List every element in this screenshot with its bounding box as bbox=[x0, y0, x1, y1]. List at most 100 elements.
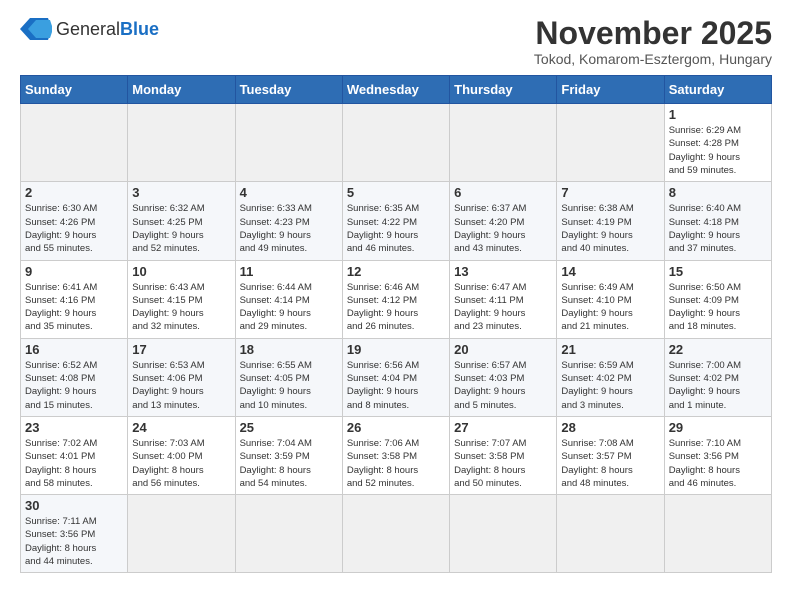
day-info: Sunrise: 7:00 AM Sunset: 4:02 PM Dayligh… bbox=[669, 359, 767, 412]
weekday-header: Saturday bbox=[664, 76, 771, 104]
calendar-cell: 16 Sunrise: 6:52 AM Sunset: 4:08 PM Dayli… bbox=[21, 338, 128, 416]
calendar-cell bbox=[21, 104, 128, 182]
logo-general: General bbox=[56, 19, 120, 39]
calendar-cell: 4 Sunrise: 6:33 AM Sunset: 4:23 PM Daylig… bbox=[235, 182, 342, 260]
day-info: Sunrise: 6:46 AM Sunset: 4:12 PM Dayligh… bbox=[347, 281, 445, 334]
day-info: Sunrise: 6:50 AM Sunset: 4:09 PM Dayligh… bbox=[669, 281, 767, 334]
day-number: 11 bbox=[240, 264, 338, 279]
day-number: 5 bbox=[347, 185, 445, 200]
day-info: Sunrise: 6:56 AM Sunset: 4:04 PM Dayligh… bbox=[347, 359, 445, 412]
calendar-cell: 30Sunrise: 7:11 AM Sunset: 3:56 PM Dayli… bbox=[21, 495, 128, 573]
calendar-cell bbox=[450, 495, 557, 573]
calendar-cell bbox=[557, 495, 664, 573]
day-info: Sunrise: 6:33 AM Sunset: 4:23 PM Dayligh… bbox=[240, 202, 338, 255]
calendar-week-row: 23 Sunrise: 7:02 AM Sunset: 4:01 PM Dayli… bbox=[21, 416, 772, 494]
logo-blue: Blue bbox=[120, 19, 159, 39]
day-number: 16 bbox=[25, 342, 123, 357]
weekday-header: Monday bbox=[128, 76, 235, 104]
location-title: Tokod, Komarom-Esztergom, Hungary bbox=[534, 51, 772, 67]
day-info: Sunrise: 6:55 AM Sunset: 4:05 PM Dayligh… bbox=[240, 359, 338, 412]
day-number: 22 bbox=[669, 342, 767, 357]
day-number: 4 bbox=[240, 185, 338, 200]
header: GeneralBlue November 2025 Tokod, Komarom… bbox=[20, 16, 772, 67]
calendar-cell: 3Sunrise: 6:32 AM Sunset: 4:25 PM Daylig… bbox=[128, 182, 235, 260]
calendar-cell bbox=[664, 495, 771, 573]
day-number: 23 bbox=[25, 420, 123, 435]
calendar-cell: 14 Sunrise: 6:49 AM Sunset: 4:10 PM Dayli… bbox=[557, 260, 664, 338]
day-info: Sunrise: 7:11 AM Sunset: 3:56 PM Dayligh… bbox=[25, 515, 123, 568]
calendar-cell bbox=[128, 104, 235, 182]
calendar-cell: 12 Sunrise: 6:46 AM Sunset: 4:12 PM Dayli… bbox=[342, 260, 449, 338]
day-info: Sunrise: 7:07 AM Sunset: 3:58 PM Dayligh… bbox=[454, 437, 552, 490]
calendar-cell: 29Sunrise: 7:10 AM Sunset: 3:56 PM Dayli… bbox=[664, 416, 771, 494]
page: GeneralBlue November 2025 Tokod, Komarom… bbox=[0, 0, 792, 583]
logo: GeneralBlue bbox=[20, 16, 159, 42]
calendar-week-row: 30Sunrise: 7:11 AM Sunset: 3:56 PM Dayli… bbox=[21, 495, 772, 573]
calendar-cell: 11 Sunrise: 6:44 AM Sunset: 4:14 PM Dayli… bbox=[235, 260, 342, 338]
calendar-cell: 13 Sunrise: 6:47 AM Sunset: 4:11 PM Dayli… bbox=[450, 260, 557, 338]
day-number: 18 bbox=[240, 342, 338, 357]
day-info: Sunrise: 6:35 AM Sunset: 4:22 PM Dayligh… bbox=[347, 202, 445, 255]
calendar-cell: 23 Sunrise: 7:02 AM Sunset: 4:01 PM Dayli… bbox=[21, 416, 128, 494]
calendar-cell: 2 Sunrise: 6:30 AM Sunset: 4:26 PM Daylig… bbox=[21, 182, 128, 260]
calendar-cell: 17Sunrise: 6:53 AM Sunset: 4:06 PM Dayli… bbox=[128, 338, 235, 416]
day-number: 9 bbox=[25, 264, 123, 279]
day-number: 10 bbox=[132, 264, 230, 279]
day-number: 1 bbox=[669, 107, 767, 122]
weekday-header: Thursday bbox=[450, 76, 557, 104]
calendar-cell: 7Sunrise: 6:38 AM Sunset: 4:19 PM Daylig… bbox=[557, 182, 664, 260]
calendar-cell: 28 Sunrise: 7:08 AM Sunset: 3:57 PM Dayli… bbox=[557, 416, 664, 494]
calendar-cell bbox=[235, 495, 342, 573]
day-info: Sunrise: 7:10 AM Sunset: 3:56 PM Dayligh… bbox=[669, 437, 767, 490]
calendar-cell: 18 Sunrise: 6:55 AM Sunset: 4:05 PM Dayli… bbox=[235, 338, 342, 416]
calendar: SundayMondayTuesdayWednesdayThursdayFrid… bbox=[20, 75, 772, 573]
calendar-cell: 22 Sunrise: 7:00 AM Sunset: 4:02 PM Dayli… bbox=[664, 338, 771, 416]
calendar-cell bbox=[557, 104, 664, 182]
weekday-header: Tuesday bbox=[235, 76, 342, 104]
day-info: Sunrise: 6:38 AM Sunset: 4:19 PM Dayligh… bbox=[561, 202, 659, 255]
day-info: Sunrise: 7:08 AM Sunset: 3:57 PM Dayligh… bbox=[561, 437, 659, 490]
day-number: 2 bbox=[25, 185, 123, 200]
day-info: Sunrise: 6:29 AM Sunset: 4:28 PM Dayligh… bbox=[669, 124, 767, 177]
weekday-header-row: SundayMondayTuesdayWednesdayThursdayFrid… bbox=[21, 76, 772, 104]
day-number: 12 bbox=[347, 264, 445, 279]
day-number: 8 bbox=[669, 185, 767, 200]
calendar-cell bbox=[342, 495, 449, 573]
calendar-week-row: 1 Sunrise: 6:29 AM Sunset: 4:28 PM Daylig… bbox=[21, 104, 772, 182]
day-number: 27 bbox=[454, 420, 552, 435]
day-info: Sunrise: 6:53 AM Sunset: 4:06 PM Dayligh… bbox=[132, 359, 230, 412]
day-info: Sunrise: 6:37 AM Sunset: 4:20 PM Dayligh… bbox=[454, 202, 552, 255]
month-title: November 2025 bbox=[534, 16, 772, 51]
calendar-cell: 15Sunrise: 6:50 AM Sunset: 4:09 PM Dayli… bbox=[664, 260, 771, 338]
day-number: 6 bbox=[454, 185, 552, 200]
calendar-cell: 21 Sunrise: 6:59 AM Sunset: 4:02 PM Dayli… bbox=[557, 338, 664, 416]
day-info: Sunrise: 6:57 AM Sunset: 4:03 PM Dayligh… bbox=[454, 359, 552, 412]
day-number: 28 bbox=[561, 420, 659, 435]
calendar-cell: 27 Sunrise: 7:07 AM Sunset: 3:58 PM Dayli… bbox=[450, 416, 557, 494]
title-area: November 2025 Tokod, Komarom-Esztergom, … bbox=[534, 16, 772, 67]
calendar-cell bbox=[235, 104, 342, 182]
calendar-cell: 8 Sunrise: 6:40 AM Sunset: 4:18 PM Daylig… bbox=[664, 182, 771, 260]
day-info: Sunrise: 6:59 AM Sunset: 4:02 PM Dayligh… bbox=[561, 359, 659, 412]
calendar-cell: 6 Sunrise: 6:37 AM Sunset: 4:20 PM Daylig… bbox=[450, 182, 557, 260]
day-info: Sunrise: 6:47 AM Sunset: 4:11 PM Dayligh… bbox=[454, 281, 552, 334]
calendar-cell: 24Sunrise: 7:03 AM Sunset: 4:00 PM Dayli… bbox=[128, 416, 235, 494]
day-info: Sunrise: 6:52 AM Sunset: 4:08 PM Dayligh… bbox=[25, 359, 123, 412]
logo-icon bbox=[20, 16, 52, 42]
day-info: Sunrise: 6:30 AM Sunset: 4:26 PM Dayligh… bbox=[25, 202, 123, 255]
weekday-header: Sunday bbox=[21, 76, 128, 104]
day-number: 13 bbox=[454, 264, 552, 279]
day-info: Sunrise: 6:49 AM Sunset: 4:10 PM Dayligh… bbox=[561, 281, 659, 334]
day-number: 19 bbox=[347, 342, 445, 357]
weekday-header: Friday bbox=[557, 76, 664, 104]
day-number: 26 bbox=[347, 420, 445, 435]
day-info: Sunrise: 7:03 AM Sunset: 4:00 PM Dayligh… bbox=[132, 437, 230, 490]
day-info: Sunrise: 6:40 AM Sunset: 4:18 PM Dayligh… bbox=[669, 202, 767, 255]
day-number: 21 bbox=[561, 342, 659, 357]
day-info: Sunrise: 7:04 AM Sunset: 3:59 PM Dayligh… bbox=[240, 437, 338, 490]
calendar-cell bbox=[450, 104, 557, 182]
calendar-cell bbox=[342, 104, 449, 182]
day-info: Sunrise: 7:02 AM Sunset: 4:01 PM Dayligh… bbox=[25, 437, 123, 490]
day-info: Sunrise: 6:44 AM Sunset: 4:14 PM Dayligh… bbox=[240, 281, 338, 334]
day-number: 14 bbox=[561, 264, 659, 279]
